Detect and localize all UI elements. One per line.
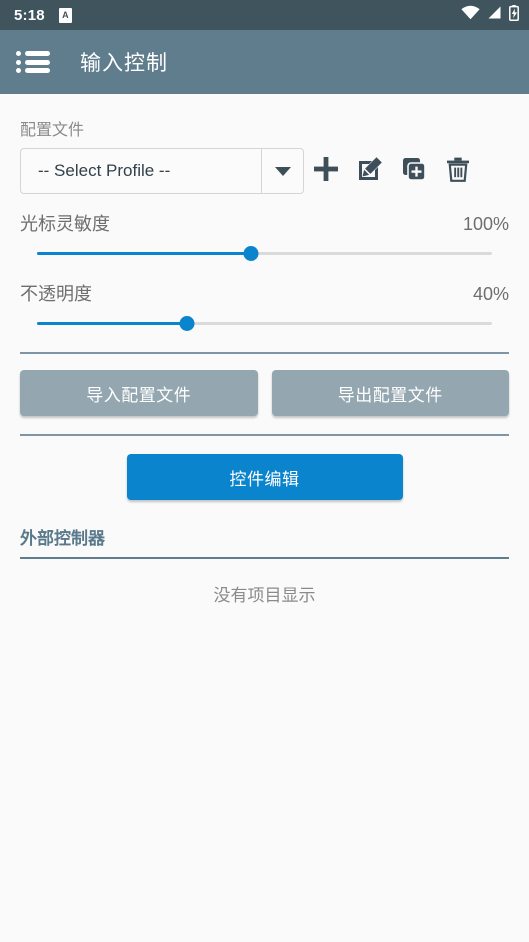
slider-header: 不透明度 40% [20,280,509,306]
trash-icon [444,155,472,188]
slider-label: 不透明度 [20,284,92,304]
slider-thumb[interactable] [179,316,195,331]
menu-bar [25,59,50,65]
edit-pencil-icon [356,155,384,188]
profile-row: -- Select Profile -- [20,148,509,194]
divider [20,352,509,354]
menu-dot [16,51,21,56]
widget-edit-button[interactable]: 控件编辑 [126,454,403,500]
profile-select-value: -- Select Profile -- [38,161,171,180]
export-profile-button[interactable]: 导出配置文件 [271,370,509,416]
status-bar-system-icons [461,4,519,26]
slider-header: 光标灵敏度 100% [20,210,509,236]
plus-icon [311,154,341,189]
slider-value: 100% [462,214,509,234]
app-notification-icon: A [58,7,72,23]
menu-dot [16,68,21,73]
external-controller-empty-message: 没有项目显示 [213,586,316,605]
slider-thumb[interactable] [243,246,259,261]
chevron-down-icon [274,166,291,176]
add-profile-button[interactable] [304,149,348,193]
menu-icon-row [16,59,50,65]
slider-track-area[interactable] [37,312,492,334]
widget-edit-row: 控件编辑 [20,454,509,500]
profile-select[interactable]: -- Select Profile -- [20,148,304,194]
slider-label: 光标灵敏度 [20,214,110,234]
status-bar-clock: 5:18 [14,6,45,24]
duplicate-icon [400,155,428,188]
slider-fill [37,322,188,325]
profile-label: 配置文件 [20,122,85,139]
cellular-signal-icon [487,5,502,25]
slider-opacity: 不透明度 40% [20,280,509,334]
list-menu-icon[interactable] [16,50,50,74]
slider-cursor-sensitivity: 光标灵敏度 100% [20,210,509,264]
edit-profile-button[interactable] [348,149,392,193]
profile-io-buttons: 导入配置文件 导出配置文件 [20,370,509,416]
status-bar-notifications: A [58,7,72,23]
delete-profile-button[interactable] [436,149,480,193]
page-title: 输入控制 [80,52,168,75]
slider-track-area[interactable] [37,242,492,264]
duplicate-profile-button[interactable] [392,149,436,193]
slider-value: 40% [472,284,509,304]
section-rule [20,557,509,559]
external-controller-title: 外部控制器 [20,529,105,548]
profile-select-arrow[interactable] [261,149,303,193]
battery-charging-icon [509,4,519,26]
menu-bar [25,68,50,73]
status-bar: 5:18 A [0,0,529,30]
import-profile-button[interactable]: 导入配置文件 [20,370,258,416]
divider [20,434,509,436]
app-bar: 输入控制 [0,30,529,94]
slider-fill [37,252,251,255]
wifi-icon [461,5,480,25]
menu-icon-row [16,68,50,73]
menu-icon-row [16,51,50,56]
menu-dot [16,59,21,65]
menu-bar [25,51,50,56]
main-content: 配置文件 -- Select Profile -- 光标灵敏度 100% 不透明… [0,116,529,606]
